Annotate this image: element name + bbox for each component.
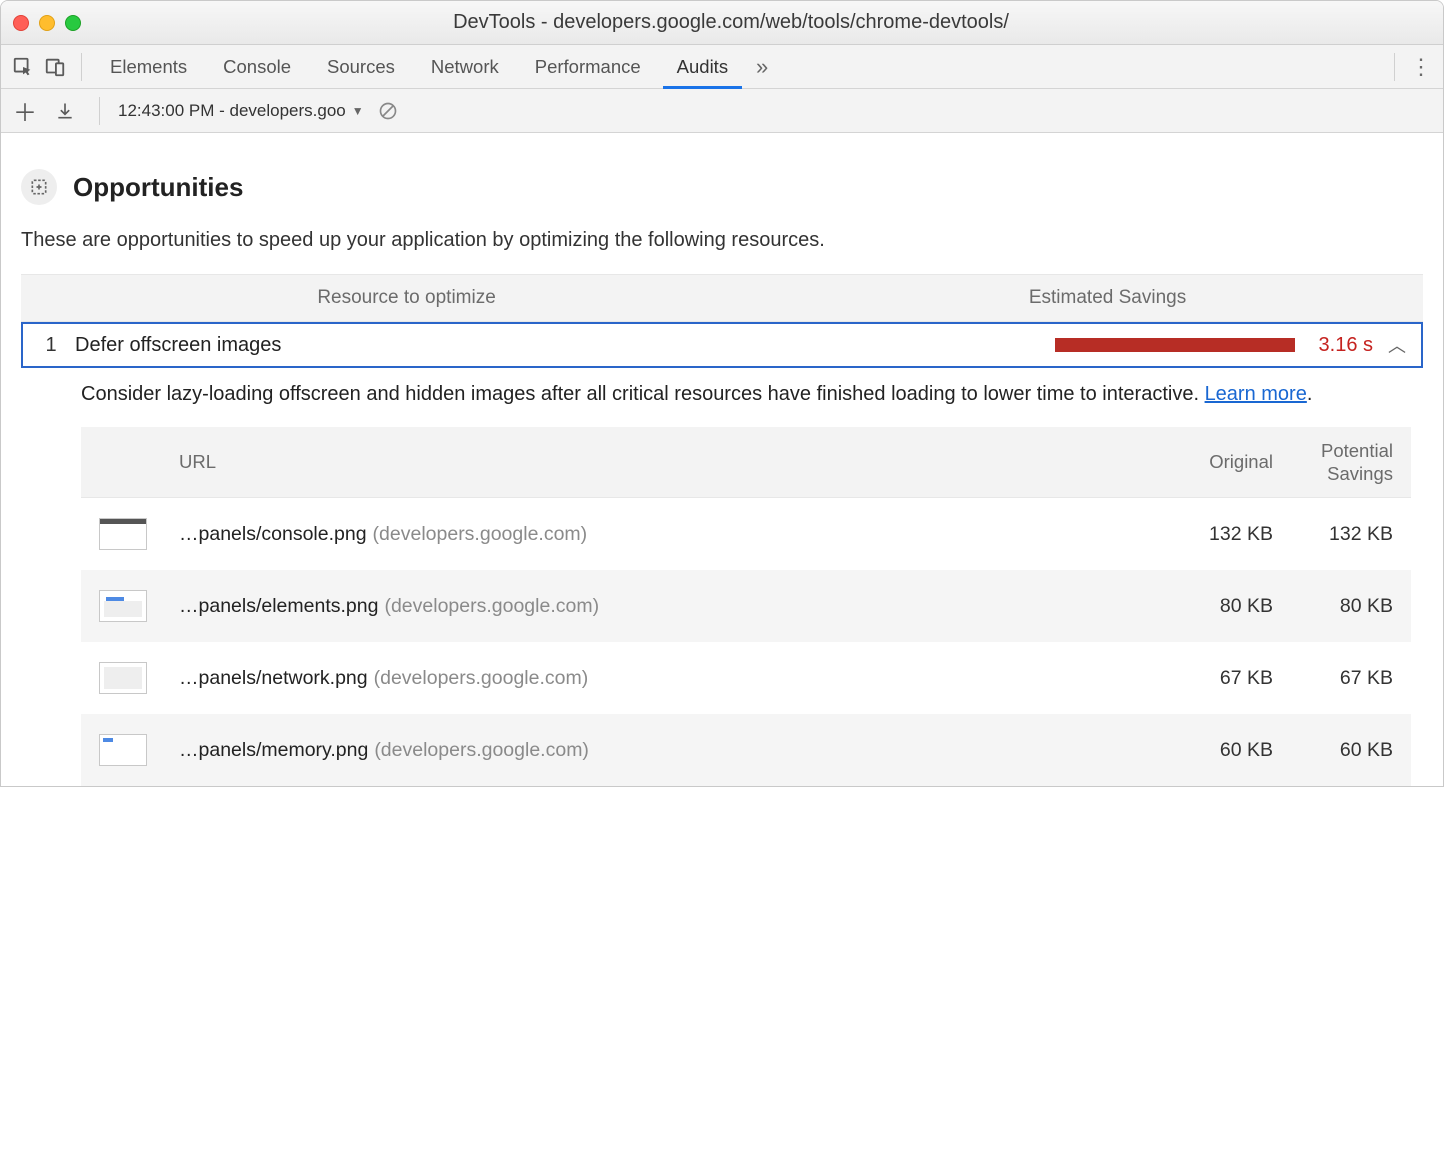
detail-savings: 67 KB [1273,667,1393,690]
opportunities-table-header: Resource to optimize Estimated Savings [21,274,1423,322]
detail-original: 67 KB [1163,667,1273,690]
thumbnail-icon [99,590,147,622]
audits-content: Opportunities These are opportunities to… [1,133,1443,786]
inspect-element-icon[interactable] [7,51,39,83]
detail-url-path[interactable]: …panels/memory.png [179,739,368,761]
detail-url-path[interactable]: …panels/console.png [179,523,367,545]
learn-more-link[interactable]: Learn more [1205,383,1307,405]
detail-url-host: (developers.google.com) [384,595,599,617]
settings-menu-icon[interactable]: ⋮ [1405,54,1437,80]
new-audit-icon[interactable]: ＋ [9,95,41,127]
chevron-up-icon: ︿ [1385,332,1409,358]
detail-savings: 60 KB [1273,739,1393,762]
opportunities-icon [21,169,57,205]
detail-row: …panels/memory.png (developers.google.com… [81,714,1411,786]
tab-console[interactable]: Console [205,45,309,89]
header-resource: Resource to optimize [21,275,792,321]
chevron-down-icon: ▼ [352,104,364,118]
tab-performance[interactable]: Performance [517,45,659,89]
divider [99,97,100,125]
detail-url-path[interactable]: …panels/elements.png [179,595,378,617]
device-toolbar-icon[interactable] [39,51,71,83]
opportunity-row[interactable]: 1 Defer offscreen images 3.16 s ︿ [21,322,1423,368]
audits-toolbar: ＋ 12:43:00 PM - developers.goo ▼ [1,89,1443,133]
thumbnail-icon [99,518,147,550]
detail-header-url: URL [179,451,1163,473]
opportunity-index: 1 [27,334,75,357]
tab-audits[interactable]: Audits [659,45,746,89]
detail-row: …panels/console.png (developers.google.co… [81,498,1411,570]
report-selector-label: 12:43:00 PM - developers.goo [118,101,346,121]
opportunities-table: Resource to optimize Estimated Savings 1… [21,274,1423,786]
thumbnail-icon [99,662,147,694]
opportunities-title: Opportunities [73,172,243,203]
divider [1394,53,1395,81]
titlebar: DevTools - developers.google.com/web/too… [1,1,1443,45]
divider [81,53,82,81]
report-selector[interactable]: 12:43:00 PM - developers.goo ▼ [118,101,364,121]
devtools-window: DevTools - developers.google.com/web/too… [0,0,1444,787]
opportunity-savings: 3.16 s [1295,334,1385,357]
opportunity-detail-table: URL Original Potential Savings …panels/c… [81,427,1411,786]
detail-original: 60 KB [1163,739,1273,762]
detail-header-savings: Potential Savings [1273,439,1393,485]
savings-bar [1055,338,1295,352]
detail-original: 80 KB [1163,595,1273,618]
opportunities-description: These are opportunities to speed up your… [21,229,1423,252]
detail-row: …panels/network.png (developers.google.co… [81,642,1411,714]
devtools-tabbar: Elements Console Sources Network Perform… [1,45,1443,89]
window-title: DevTools - developers.google.com/web/too… [31,11,1431,34]
detail-url-path[interactable]: …panels/network.png [179,667,368,689]
opportunity-description-suffix: . [1307,383,1313,405]
opportunity-description: Consider lazy-loading offscreen and hidd… [21,368,1423,427]
detail-original: 132 KB [1163,523,1273,546]
detail-row: …panels/elements.png (developers.google.c… [81,570,1411,642]
detail-savings: 80 KB [1273,595,1393,618]
detail-savings: 132 KB [1273,523,1393,546]
download-report-icon[interactable] [49,95,81,127]
detail-url-host: (developers.google.com) [373,523,588,545]
header-savings: Estimated Savings [792,275,1423,321]
opportunity-name: Defer offscreen images [75,334,925,357]
tab-sources[interactable]: Sources [309,45,413,89]
close-window-button[interactable] [13,15,29,31]
tab-elements[interactable]: Elements [92,45,205,89]
opportunity-description-text: Consider lazy-loading offscreen and hidd… [81,383,1205,405]
detail-header-original: Original [1163,451,1273,473]
opportunity-bar [925,338,1295,352]
detail-header: URL Original Potential Savings [81,427,1411,498]
clear-icon[interactable] [372,95,404,127]
opportunities-header: Opportunities [21,169,1423,205]
detail-url-host: (developers.google.com) [374,667,589,689]
more-tabs-icon[interactable]: » [746,51,778,83]
detail-url-host: (developers.google.com) [374,739,589,761]
tab-network[interactable]: Network [413,45,517,89]
thumbnail-icon [99,734,147,766]
